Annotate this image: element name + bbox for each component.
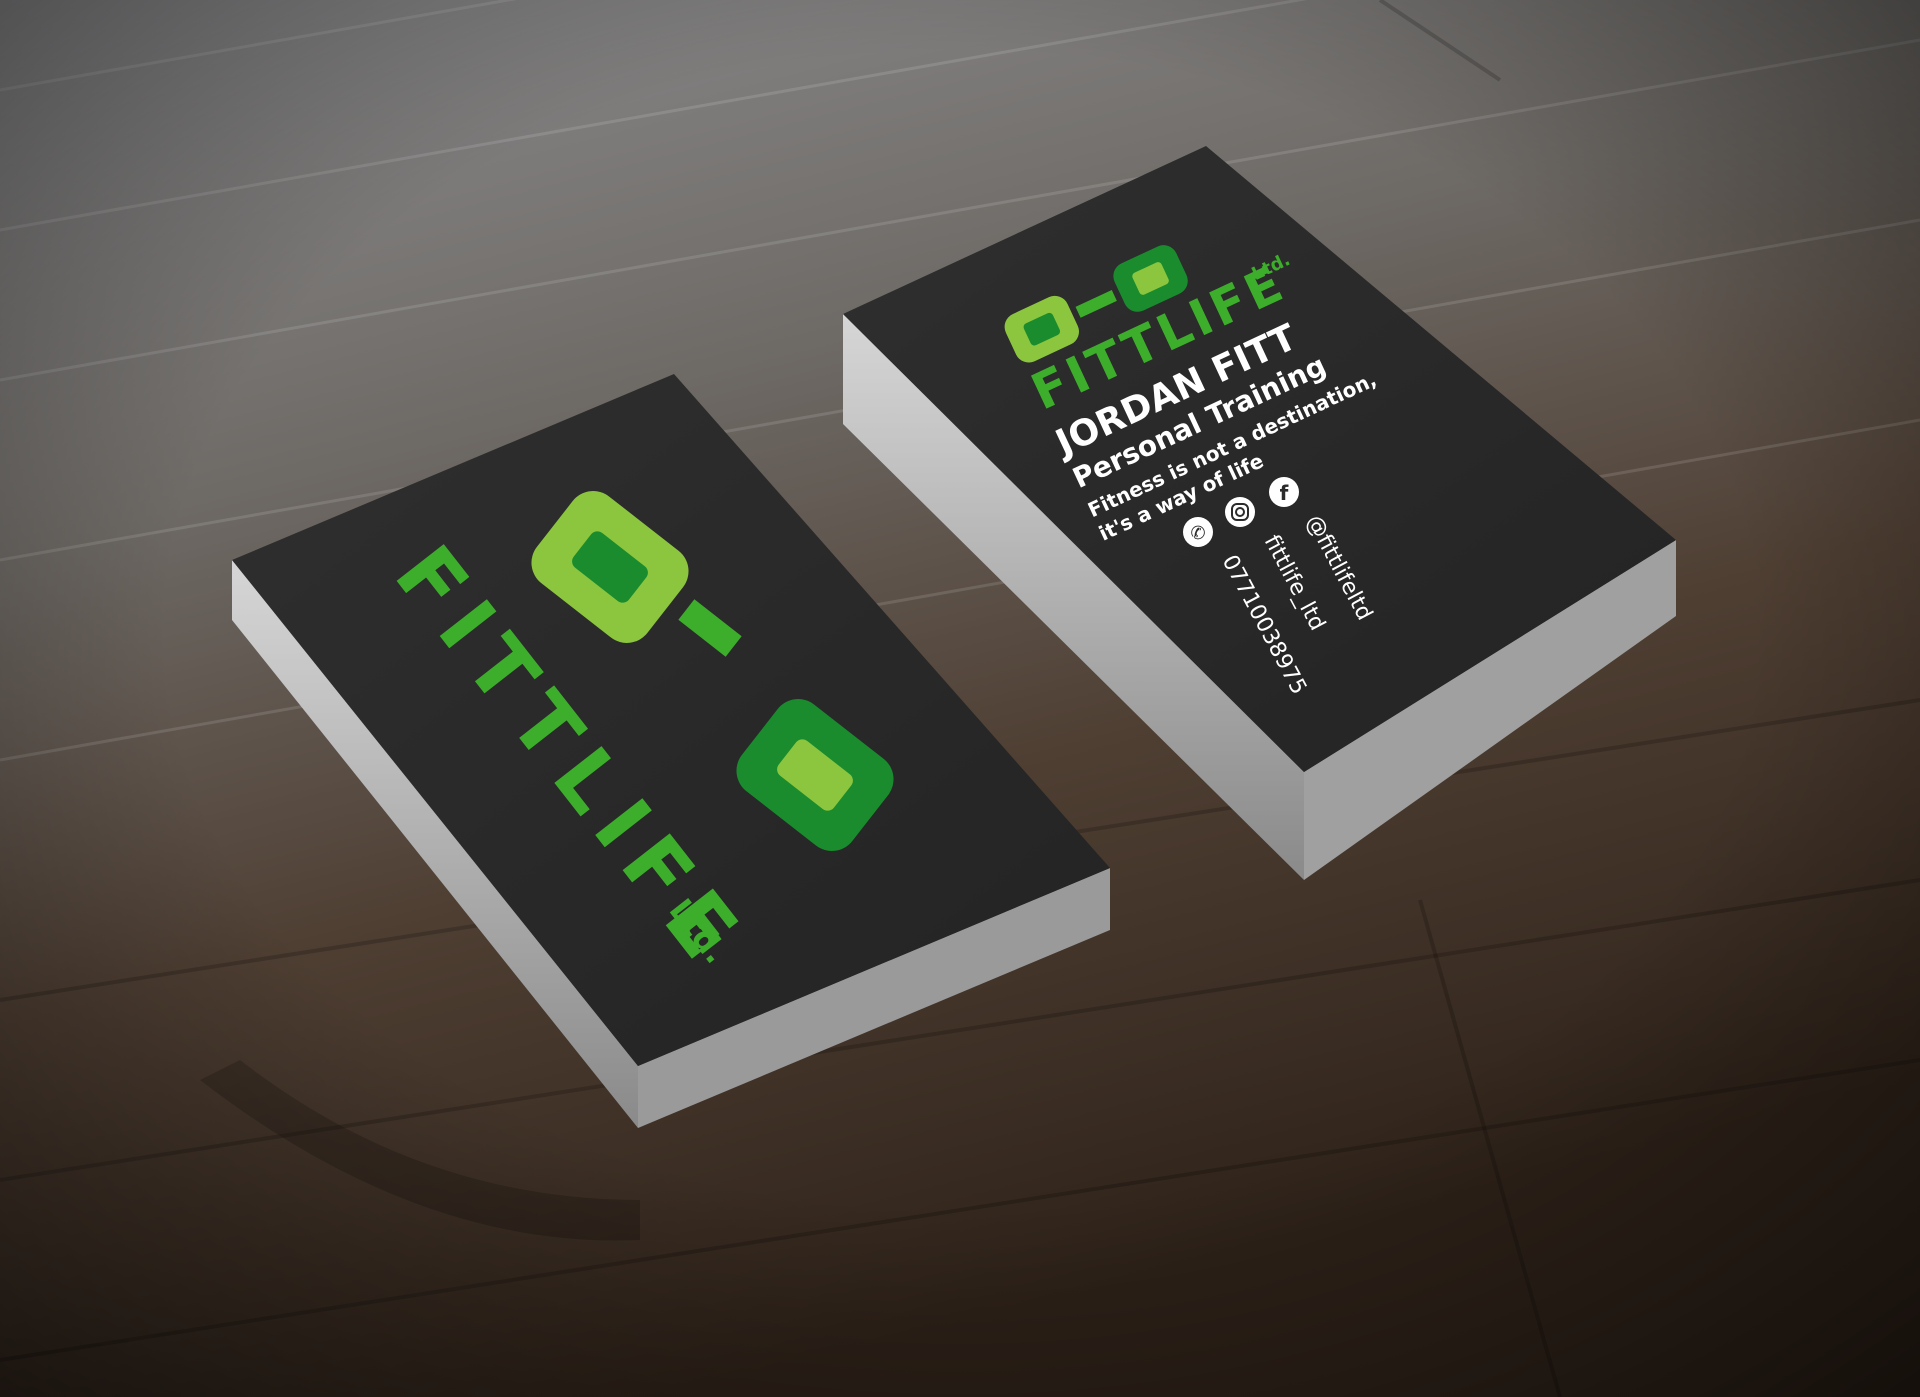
instagram-icon [1225,497,1255,527]
business-card-mockup-scene: FITTLIFE Ltd. FITTLIFE Ltd. JORDAN FITT … [0,0,1920,1397]
svg-text:f: f [1280,481,1289,505]
svg-text:✆: ✆ [1190,523,1205,544]
facebook-icon: f [1269,477,1299,507]
phone-icon: ✆ [1183,517,1213,547]
